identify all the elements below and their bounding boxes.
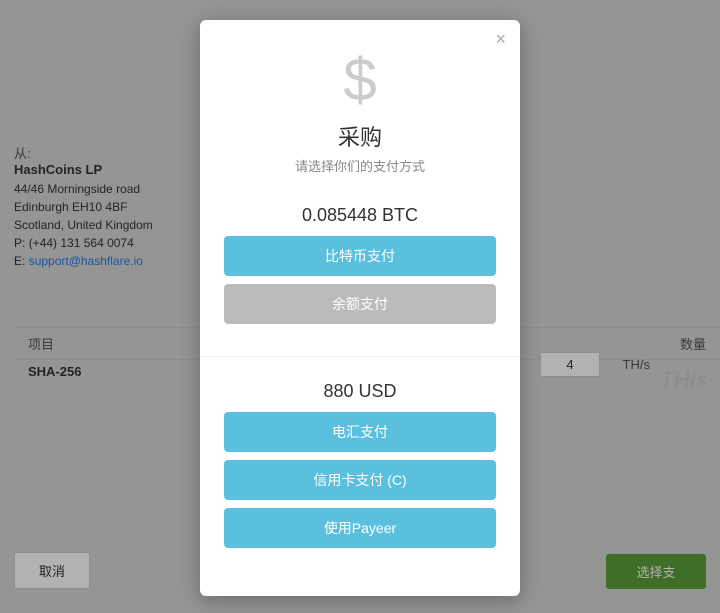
btc-amount: 0.085448 BTC [224,205,496,226]
modal-subtitle: 请选择你们的支付方式 [200,156,520,175]
wire-payment-button[interactable]: 电汇支付 [224,412,496,452]
modal-close-button[interactable]: × [495,30,506,48]
balance-payment-button[interactable]: 余额支付 [224,284,496,324]
usd-amount: 880 USD [224,381,496,402]
btc-section: 0.085448 BTC 比特币支付 余额支付 [200,195,520,342]
card-payment-button[interactable]: 信用卡支付 (C) [224,460,496,500]
payeer-payment-button[interactable]: 使用Payeer [224,508,496,548]
bitcoin-payment-button[interactable]: 比特币支付 [224,236,496,276]
payment-modal: × $ 采购 请选择你们的支付方式 0.085448 BTC 比特币支付 余额支… [200,20,520,596]
modal-title: 采购 [200,120,520,152]
dollar-icon: $ [200,20,520,120]
usd-section: 880 USD 电汇支付 信用卡支付 (C) 使用Payeer [200,371,520,566]
modal-divider [200,356,520,357]
